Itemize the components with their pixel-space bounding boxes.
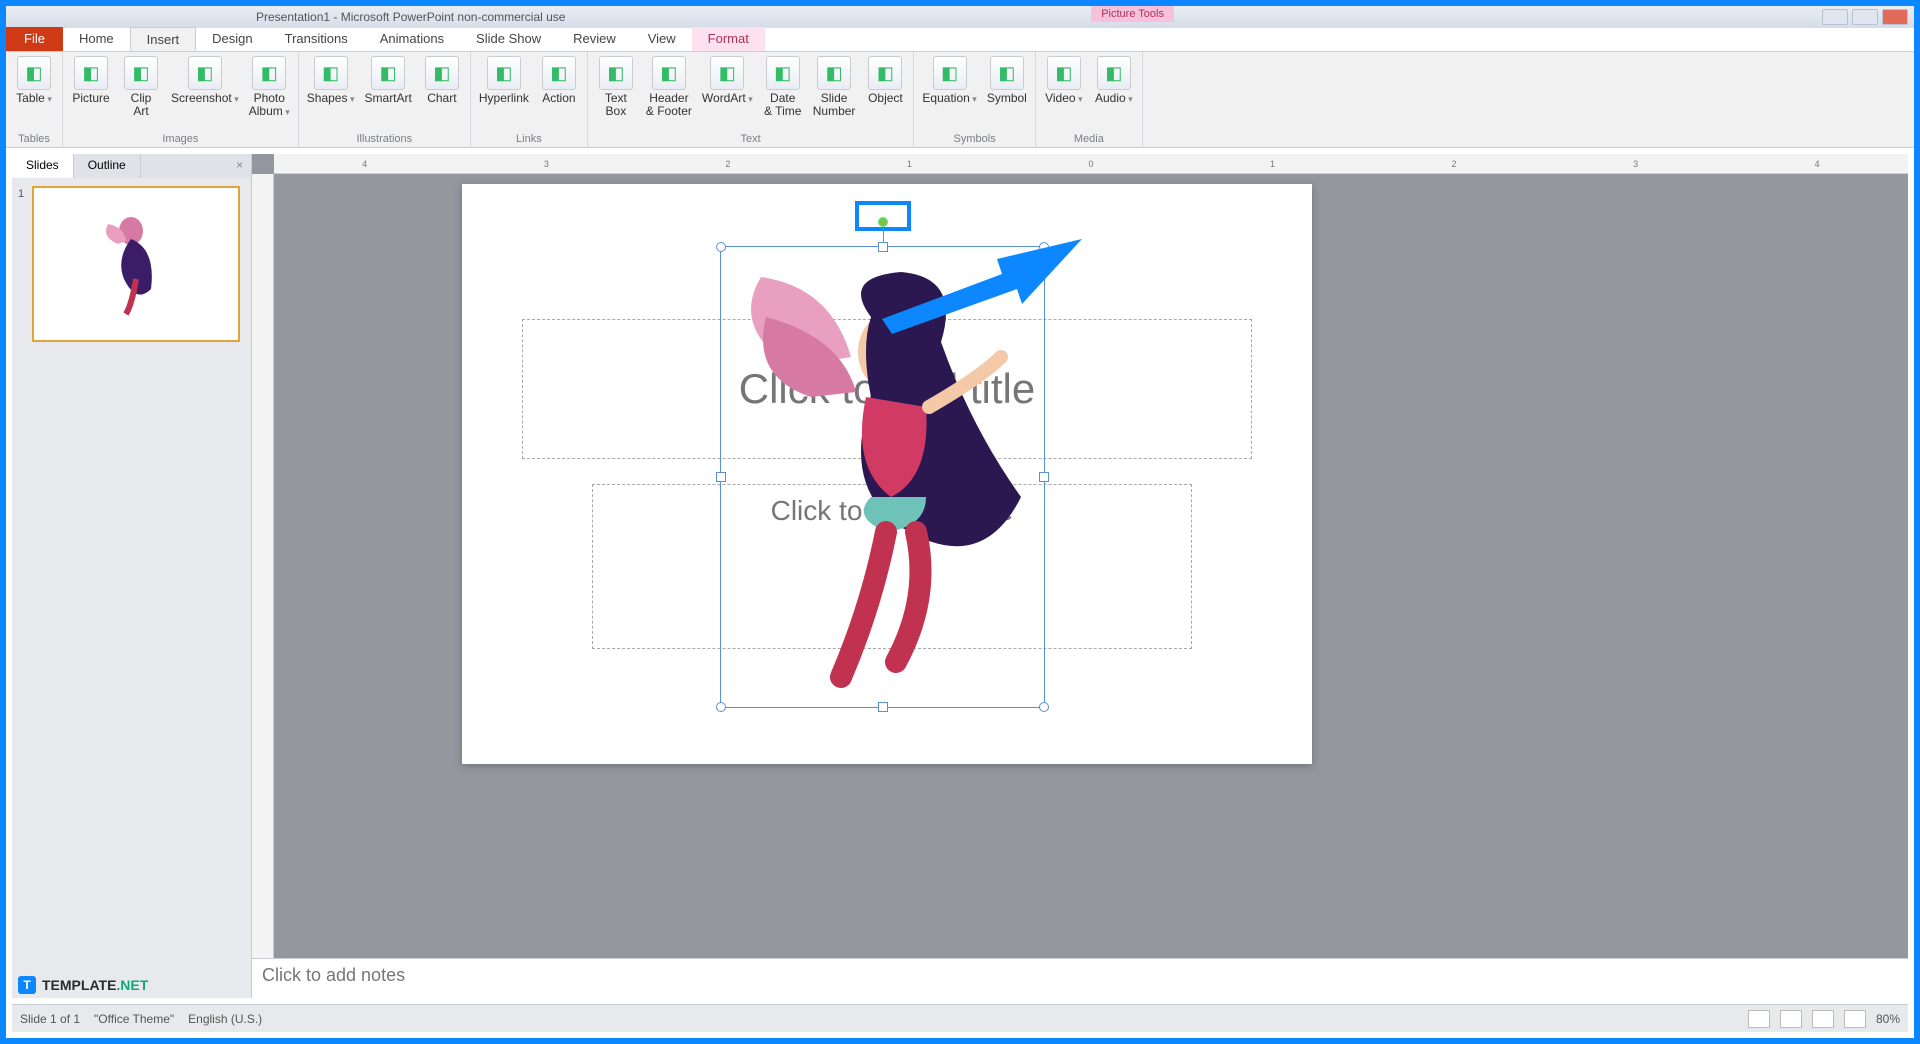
picture-button[interactable]: ◧Picture (71, 56, 111, 105)
tab-slide-show[interactable]: Slide Show (460, 27, 557, 51)
hyperlink-icon: ◧ (487, 56, 521, 90)
close-pane-icon[interactable]: × (228, 154, 251, 178)
group-label: Symbols (922, 131, 1026, 145)
video-button[interactable]: ◧Video (1044, 56, 1084, 105)
wordart-button[interactable]: ◧WordArt (702, 56, 753, 105)
header-footer-button[interactable]: ◧Header & Footer (646, 56, 692, 117)
maximize-button[interactable] (1852, 9, 1878, 25)
group-label: Text (596, 131, 906, 145)
status-theme: "Office Theme" (94, 1012, 174, 1026)
thumbnail-image (96, 209, 176, 319)
action-button[interactable]: ◧Action (539, 56, 579, 105)
table-icon: ◧ (17, 56, 51, 90)
slide-thumbnail[interactable]: 1 (20, 186, 243, 342)
vertical-ruler (252, 174, 274, 998)
audio-icon: ◧ (1097, 56, 1131, 90)
ribbon-group-media: ◧Video◧Audio Media (1036, 52, 1143, 147)
reading-view-button[interactable] (1812, 1010, 1834, 1028)
zoom-level[interactable]: 80% (1876, 1012, 1900, 1026)
slide-canvas-area: 432101234 Click to add title Click to ad… (252, 154, 1908, 998)
close-button[interactable] (1882, 9, 1908, 25)
ribbon: ◧Table Tables ◧Picture◧Clip Art◧Screenshot… (6, 52, 1914, 148)
slide-number-icon: ◧ (817, 56, 851, 90)
text-box-icon: ◧ (599, 56, 633, 90)
tab-insert[interactable]: Insert (130, 27, 197, 51)
wordart-icon: ◧ (710, 56, 744, 90)
clip-art-icon: ◧ (124, 56, 158, 90)
tab-design[interactable]: Design (196, 27, 268, 51)
slides-pane: Slides Outline × 1 (12, 154, 252, 998)
screenshot-button[interactable]: ◧Screenshot (171, 56, 239, 105)
outline-tab[interactable]: Outline (74, 154, 141, 178)
object-icon: ◧ (868, 56, 902, 90)
status-slide: Slide 1 of 1 (20, 1012, 80, 1026)
status-language[interactable]: English (U.S.) (188, 1012, 262, 1026)
file-tab[interactable]: File (6, 27, 63, 51)
screenshot-icon: ◧ (188, 56, 222, 90)
tab-home[interactable]: Home (63, 27, 130, 51)
template-net-watermark: T TEMPLATE.NET (18, 976, 148, 994)
ribbon-tabs: File HomeInsertDesignTransitionsAnimatio… (6, 28, 1914, 52)
template-net-icon: T (18, 976, 36, 994)
object-button[interactable]: ◧Object (865, 56, 905, 105)
shapes-icon: ◧ (314, 56, 348, 90)
clip-art-button[interactable]: ◧Clip Art (121, 56, 161, 117)
smartart-icon: ◧ (371, 56, 405, 90)
slide-number-button[interactable]: ◧Slide Number (813, 56, 856, 117)
horizontal-ruler: 432101234 (274, 154, 1908, 174)
title-bar: Picture Tools Presentation1 - Microsoft … (6, 6, 1914, 28)
date-time-button[interactable]: ◧Date & Time (763, 56, 803, 117)
table-button[interactable]: ◧Table (14, 56, 54, 105)
tab-transitions[interactable]: Transitions (269, 27, 364, 51)
tab-review[interactable]: Review (557, 27, 632, 51)
notes-pane[interactable]: Click to add notes (252, 958, 1908, 998)
symbol-icon: ◧ (990, 56, 1024, 90)
window-title: Presentation1 - Microsoft PowerPoint non… (256, 10, 565, 24)
ribbon-group-links: ◧Hyperlink◧Action Links (471, 52, 588, 147)
ribbon-group-tables: ◧Table Tables (6, 52, 63, 147)
ribbon-group-illustrations: ◧Shapes◧SmartArt◧Chart Illustrations (299, 52, 471, 147)
ribbon-group-text: ◧Text Box◧Header & Footer◧WordArt◧Date &… (588, 52, 915, 147)
chart-button[interactable]: ◧Chart (422, 56, 462, 105)
group-label: Links (479, 131, 579, 145)
chart-icon: ◧ (425, 56, 459, 90)
group-label: Tables (14, 131, 54, 145)
picture-icon: ◧ (74, 56, 108, 90)
status-bar: Slide 1 of 1 "Office Theme" English (U.S… (12, 1004, 1908, 1032)
slideshow-view-button[interactable] (1844, 1010, 1866, 1028)
group-label: Illustrations (307, 131, 462, 145)
header-footer-icon: ◧ (652, 56, 686, 90)
text-box-button[interactable]: ◧Text Box (596, 56, 636, 117)
rotation-handle[interactable] (878, 217, 888, 227)
annotation-arrow (882, 259, 1082, 354)
equation-icon: ◧ (933, 56, 967, 90)
shapes-button[interactable]: ◧Shapes (307, 56, 355, 105)
action-icon: ◧ (542, 56, 576, 90)
group-label: Images (71, 131, 290, 145)
ribbon-group-images: ◧Picture◧Clip Art◧Screenshot◧Photo Album… (63, 52, 299, 147)
video-icon: ◧ (1047, 56, 1081, 90)
equation-button[interactable]: ◧Equation (922, 56, 976, 105)
slide[interactable]: Click to add title Click to add subtitle (462, 184, 1312, 764)
audio-button[interactable]: ◧Audio (1094, 56, 1134, 105)
hyperlink-button[interactable]: ◧Hyperlink (479, 56, 529, 105)
smartart-button[interactable]: ◧SmartArt (365, 56, 412, 105)
symbol-button[interactable]: ◧Symbol (987, 56, 1027, 105)
contextual-tab-label: Picture Tools (1091, 6, 1174, 22)
normal-view-button[interactable] (1748, 1010, 1770, 1028)
tab-animations[interactable]: Animations (364, 27, 460, 51)
minimize-button[interactable] (1822, 9, 1848, 25)
sorter-view-button[interactable] (1780, 1010, 1802, 1028)
contextual-format-tab[interactable]: Format (692, 27, 765, 51)
tab-view[interactable]: View (632, 27, 692, 51)
photo-album-icon: ◧ (252, 56, 286, 90)
date-time-icon: ◧ (766, 56, 800, 90)
slide-thumb-number: 1 (18, 188, 24, 200)
photo-album-button[interactable]: ◧Photo Album (249, 56, 290, 117)
slides-tab[interactable]: Slides (12, 154, 74, 178)
ribbon-group-symbols: ◧Equation ◧Symbol Symbols (914, 52, 1035, 147)
group-label: Media (1044, 131, 1134, 145)
